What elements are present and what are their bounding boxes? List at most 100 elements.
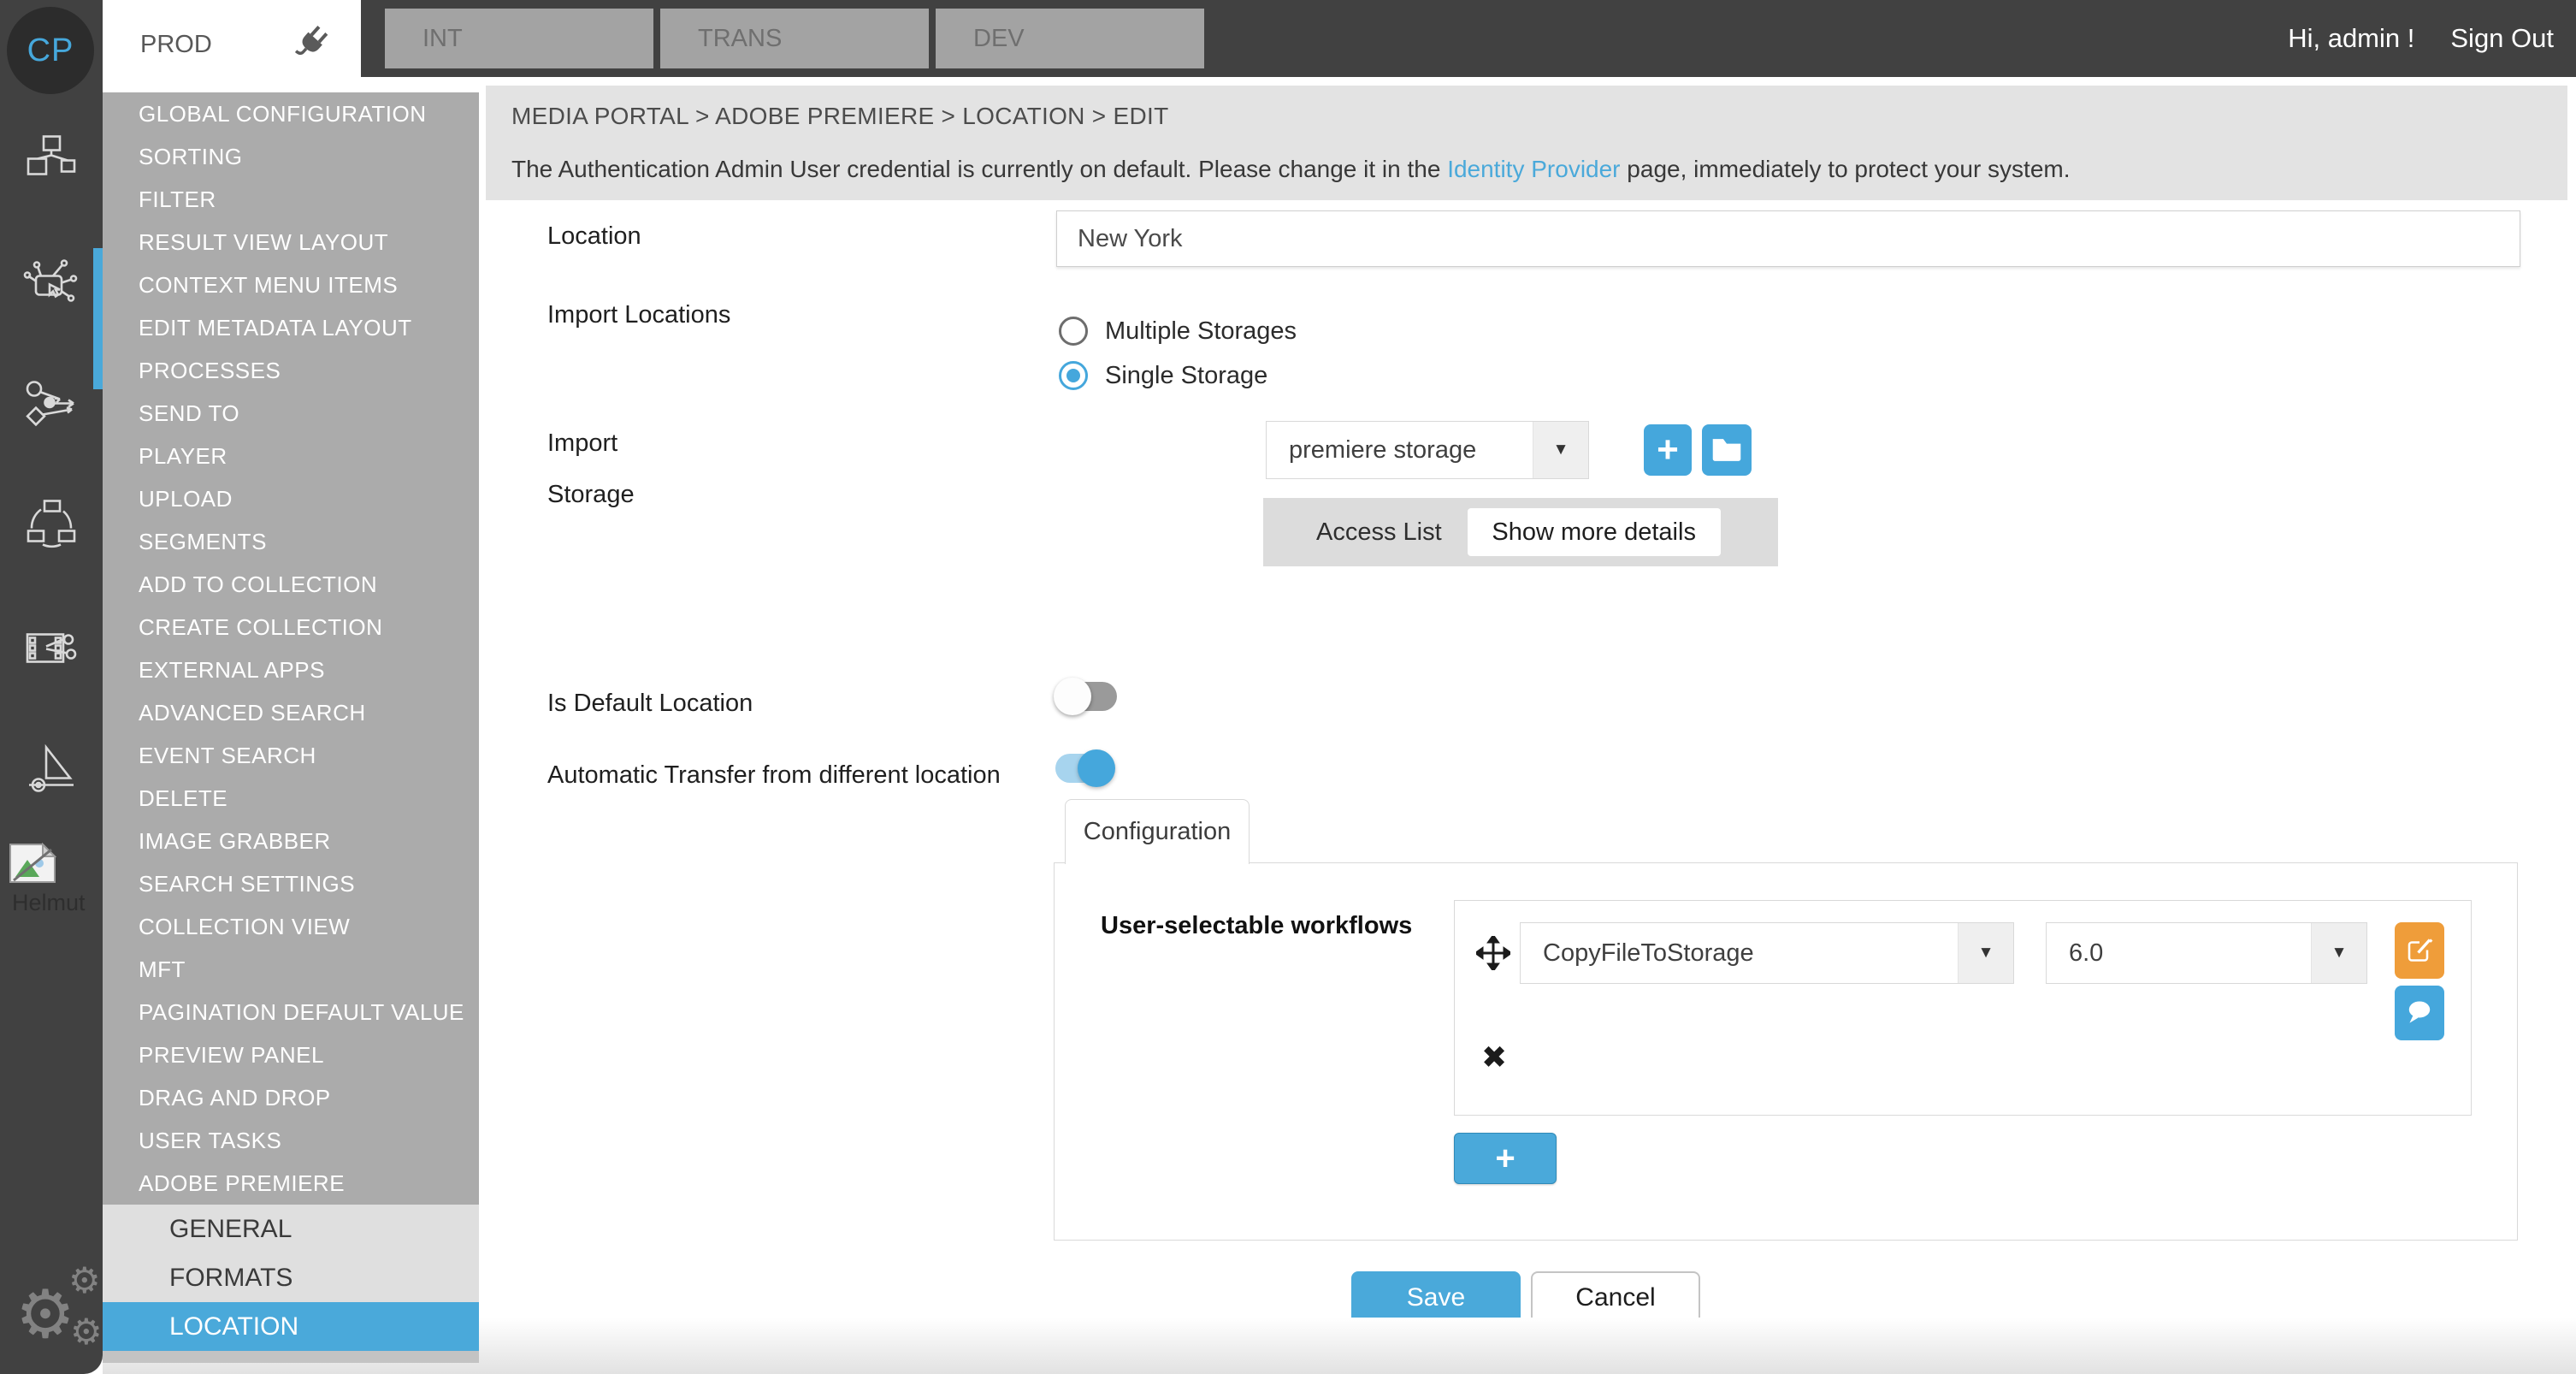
sidebar-item-search-settings[interactable]: SEARCH SETTINGS bbox=[103, 862, 479, 905]
sidebar-item-player[interactable]: PLAYER bbox=[103, 435, 479, 477]
sidebar-item-image-grabber[interactable]: IMAGE GRABBER bbox=[103, 820, 479, 862]
sidebar-item-event-search[interactable]: EVENT SEARCH bbox=[103, 734, 479, 777]
user-selectable-workflows-label: User-selectable workflows bbox=[1101, 912, 1412, 940]
sidebar-item-send-to[interactable]: SEND TO bbox=[103, 392, 479, 435]
identity-provider-link[interactable]: Identity Provider bbox=[1447, 156, 1620, 182]
breadcrumb-band: MEDIA PORTAL > ADOBE PREMIERE > LOCATION… bbox=[486, 86, 2567, 200]
sidebar-item-delete[interactable]: DELETE bbox=[103, 777, 479, 820]
sign-out-link[interactable]: Sign Out bbox=[2450, 23, 2554, 54]
warning-text-pre: The Authentication Admin User credential… bbox=[511, 156, 1447, 182]
comment-workflow-button[interactable] bbox=[2395, 986, 2444, 1040]
drag-move-handle[interactable] bbox=[1476, 936, 1510, 974]
sync-cycle-icon[interactable] bbox=[23, 497, 80, 556]
radio-single-storage-circle[interactable] bbox=[1059, 361, 1088, 390]
is-default-location-label: Is Default Location bbox=[547, 690, 753, 718]
rail-active-indicator bbox=[93, 248, 103, 389]
greeting-text: Hi, admin ! bbox=[2288, 23, 2414, 54]
edit-pencil-icon bbox=[2404, 933, 2435, 968]
sidebar-menu: GLOBAL CONFIGURATION SORTING FILTER RESU… bbox=[103, 92, 479, 1205]
edit-workflow-button[interactable] bbox=[2395, 922, 2444, 979]
workflow-version-value: 6.0 bbox=[2047, 923, 2311, 983]
configuration-touch-icon[interactable] bbox=[23, 258, 80, 317]
icon-rail: Helmut ⚙ ⚙ ⚙ bbox=[0, 77, 103, 1374]
helmut-alt-text: Helmut bbox=[12, 890, 97, 916]
assets-cubes-icon[interactable] bbox=[23, 133, 80, 192]
sidebar-item-user-tasks[interactable]: USER TASKS bbox=[103, 1119, 479, 1162]
warning-message: The Authentication Admin User credential… bbox=[511, 156, 2071, 183]
sidebar-item-adobe-premiere[interactable]: ADOBE PREMIERE bbox=[103, 1162, 479, 1205]
sidebar-item-drag-and-drop[interactable]: DRAG AND DROP bbox=[103, 1076, 479, 1119]
is-default-location-toggle[interactable] bbox=[1054, 678, 1119, 715]
sidebar-item-global-configuration[interactable]: GLOBAL CONFIGURATION bbox=[103, 92, 479, 135]
plug-icon bbox=[294, 22, 332, 67]
auto-transfer-label: Automatic Transfer from different locati… bbox=[547, 761, 1001, 790]
access-list-label: Access List bbox=[1316, 518, 1442, 547]
tab-dev[interactable]: DEV bbox=[936, 9, 1204, 68]
radio-single-storage[interactable]: Single Storage bbox=[1059, 361, 1267, 390]
adobe-premiere-submenu: GENERAL FORMATS LOCATION bbox=[103, 1205, 479, 1363]
settings-gears-icon[interactable]: ⚙ ⚙ ⚙ bbox=[15, 1258, 101, 1352]
remove-workflow-icon[interactable]: ✖ bbox=[1481, 1042, 1507, 1073]
workflow-select-value: CopyFileToStorage bbox=[1521, 923, 1958, 983]
folder-icon bbox=[1710, 434, 1743, 467]
sidebar-item-segments[interactable]: SEGMENTS bbox=[103, 520, 479, 563]
workflow-version-select[interactable]: 6.0 ▼ bbox=[2046, 922, 2367, 984]
submenu-item-formats[interactable]: FORMATS bbox=[103, 1253, 479, 1302]
radio-multiple-storages-circle[interactable] bbox=[1059, 317, 1088, 346]
chevron-down-icon[interactable]: ▼ bbox=[1533, 422, 1588, 478]
sidebar-item-context-menu-items[interactable]: CONTEXT MENU ITEMS bbox=[103, 264, 479, 306]
warning-text-post: page, immediately to protect your system… bbox=[1621, 156, 2071, 182]
breadcrumb: MEDIA PORTAL > ADOBE PREMIERE > LOCATION… bbox=[511, 103, 1169, 130]
sidebar-item-external-apps[interactable]: EXTERNAL APPS bbox=[103, 649, 479, 691]
chat-bubble-icon bbox=[2403, 997, 2436, 1030]
browse-storage-button[interactable] bbox=[1702, 424, 1752, 476]
tab-int-label: INT bbox=[422, 25, 463, 53]
import-storage-value: premiere storage bbox=[1267, 422, 1533, 478]
avatar[interactable]: CP bbox=[7, 7, 94, 94]
tab-trans[interactable]: TRANS bbox=[660, 9, 929, 68]
import-storage-label-line1: Import bbox=[547, 429, 617, 458]
submenu-tail bbox=[103, 1351, 479, 1363]
sidebar-item-processes[interactable]: PROCESSES bbox=[103, 349, 479, 392]
workflow-select[interactable]: CopyFileToStorage ▼ bbox=[1520, 922, 2014, 984]
sidebar-item-add-to-collection[interactable]: ADD TO COLLECTION bbox=[103, 563, 479, 606]
tab-int[interactable]: INT bbox=[385, 9, 653, 68]
sidebar-item-create-collection[interactable]: CREATE COLLECTION bbox=[103, 606, 479, 649]
import-storage-select[interactable]: premiere storage ▼ bbox=[1266, 421, 1589, 479]
chevron-down-icon[interactable]: ▼ bbox=[1958, 923, 2013, 983]
show-more-details-button[interactable]: Show more details bbox=[1468, 508, 1721, 556]
add-storage-button[interactable]: + bbox=[1644, 424, 1692, 476]
add-workflow-button[interactable]: + bbox=[1454, 1133, 1557, 1184]
submenu-item-general[interactable]: GENERAL bbox=[103, 1205, 479, 1253]
sidebar-item-result-view-layout[interactable]: RESULT VIEW LAYOUT bbox=[103, 221, 479, 264]
location-input[interactable] bbox=[1056, 210, 2520, 267]
video-editing-icon[interactable] bbox=[23, 621, 80, 680]
tab-configuration[interactable]: Configuration bbox=[1065, 799, 1250, 864]
sidebar-item-filter[interactable]: FILTER bbox=[103, 178, 479, 221]
tools-ruler-icon[interactable] bbox=[23, 741, 80, 800]
sidebar-item-collection-view[interactable]: COLLECTION VIEW bbox=[103, 905, 479, 948]
sidebar-item-preview-panel[interactable]: PREVIEW PANEL bbox=[103, 1033, 479, 1076]
tab-trans-label: TRANS bbox=[698, 25, 782, 53]
sidebar-item-advanced-search[interactable]: ADVANCED SEARCH bbox=[103, 691, 479, 734]
radio-multiple-storages[interactable]: Multiple Storages bbox=[1059, 317, 1297, 346]
sidebar-item-mft[interactable]: MFT bbox=[103, 948, 479, 991]
avatar-initials: CP bbox=[27, 33, 74, 69]
tab-prod-label: PROD bbox=[140, 31, 212, 59]
sidebar-item-upload[interactable]: UPLOAD bbox=[103, 477, 479, 520]
radio-single-storage-label: Single Storage bbox=[1105, 362, 1267, 390]
save-button[interactable]: Save bbox=[1351, 1271, 1521, 1324]
access-list-panel: Access List Show more details bbox=[1263, 498, 1778, 566]
tab-prod[interactable]: PROD bbox=[103, 0, 361, 89]
sidebar-item-pagination-default-value[interactable]: PAGINATION DEFAULT VALUE bbox=[103, 991, 479, 1033]
sidebar-item-edit-metadata-layout[interactable]: EDIT METADATA LAYOUT bbox=[103, 306, 479, 349]
cancel-button[interactable]: Cancel bbox=[1531, 1271, 1700, 1324]
radio-multiple-storages-label: Multiple Storages bbox=[1105, 317, 1297, 346]
workflow-icon[interactable] bbox=[23, 377, 80, 436]
sidebar-item-sorting[interactable]: SORTING bbox=[103, 135, 479, 178]
submenu-item-location[interactable]: LOCATION bbox=[103, 1302, 479, 1351]
tab-dev-label: DEV bbox=[973, 25, 1025, 53]
chevron-down-icon[interactable]: ▼ bbox=[2311, 923, 2366, 983]
auto-transfer-toggle[interactable] bbox=[1054, 749, 1119, 787]
location-label: Location bbox=[547, 222, 641, 251]
